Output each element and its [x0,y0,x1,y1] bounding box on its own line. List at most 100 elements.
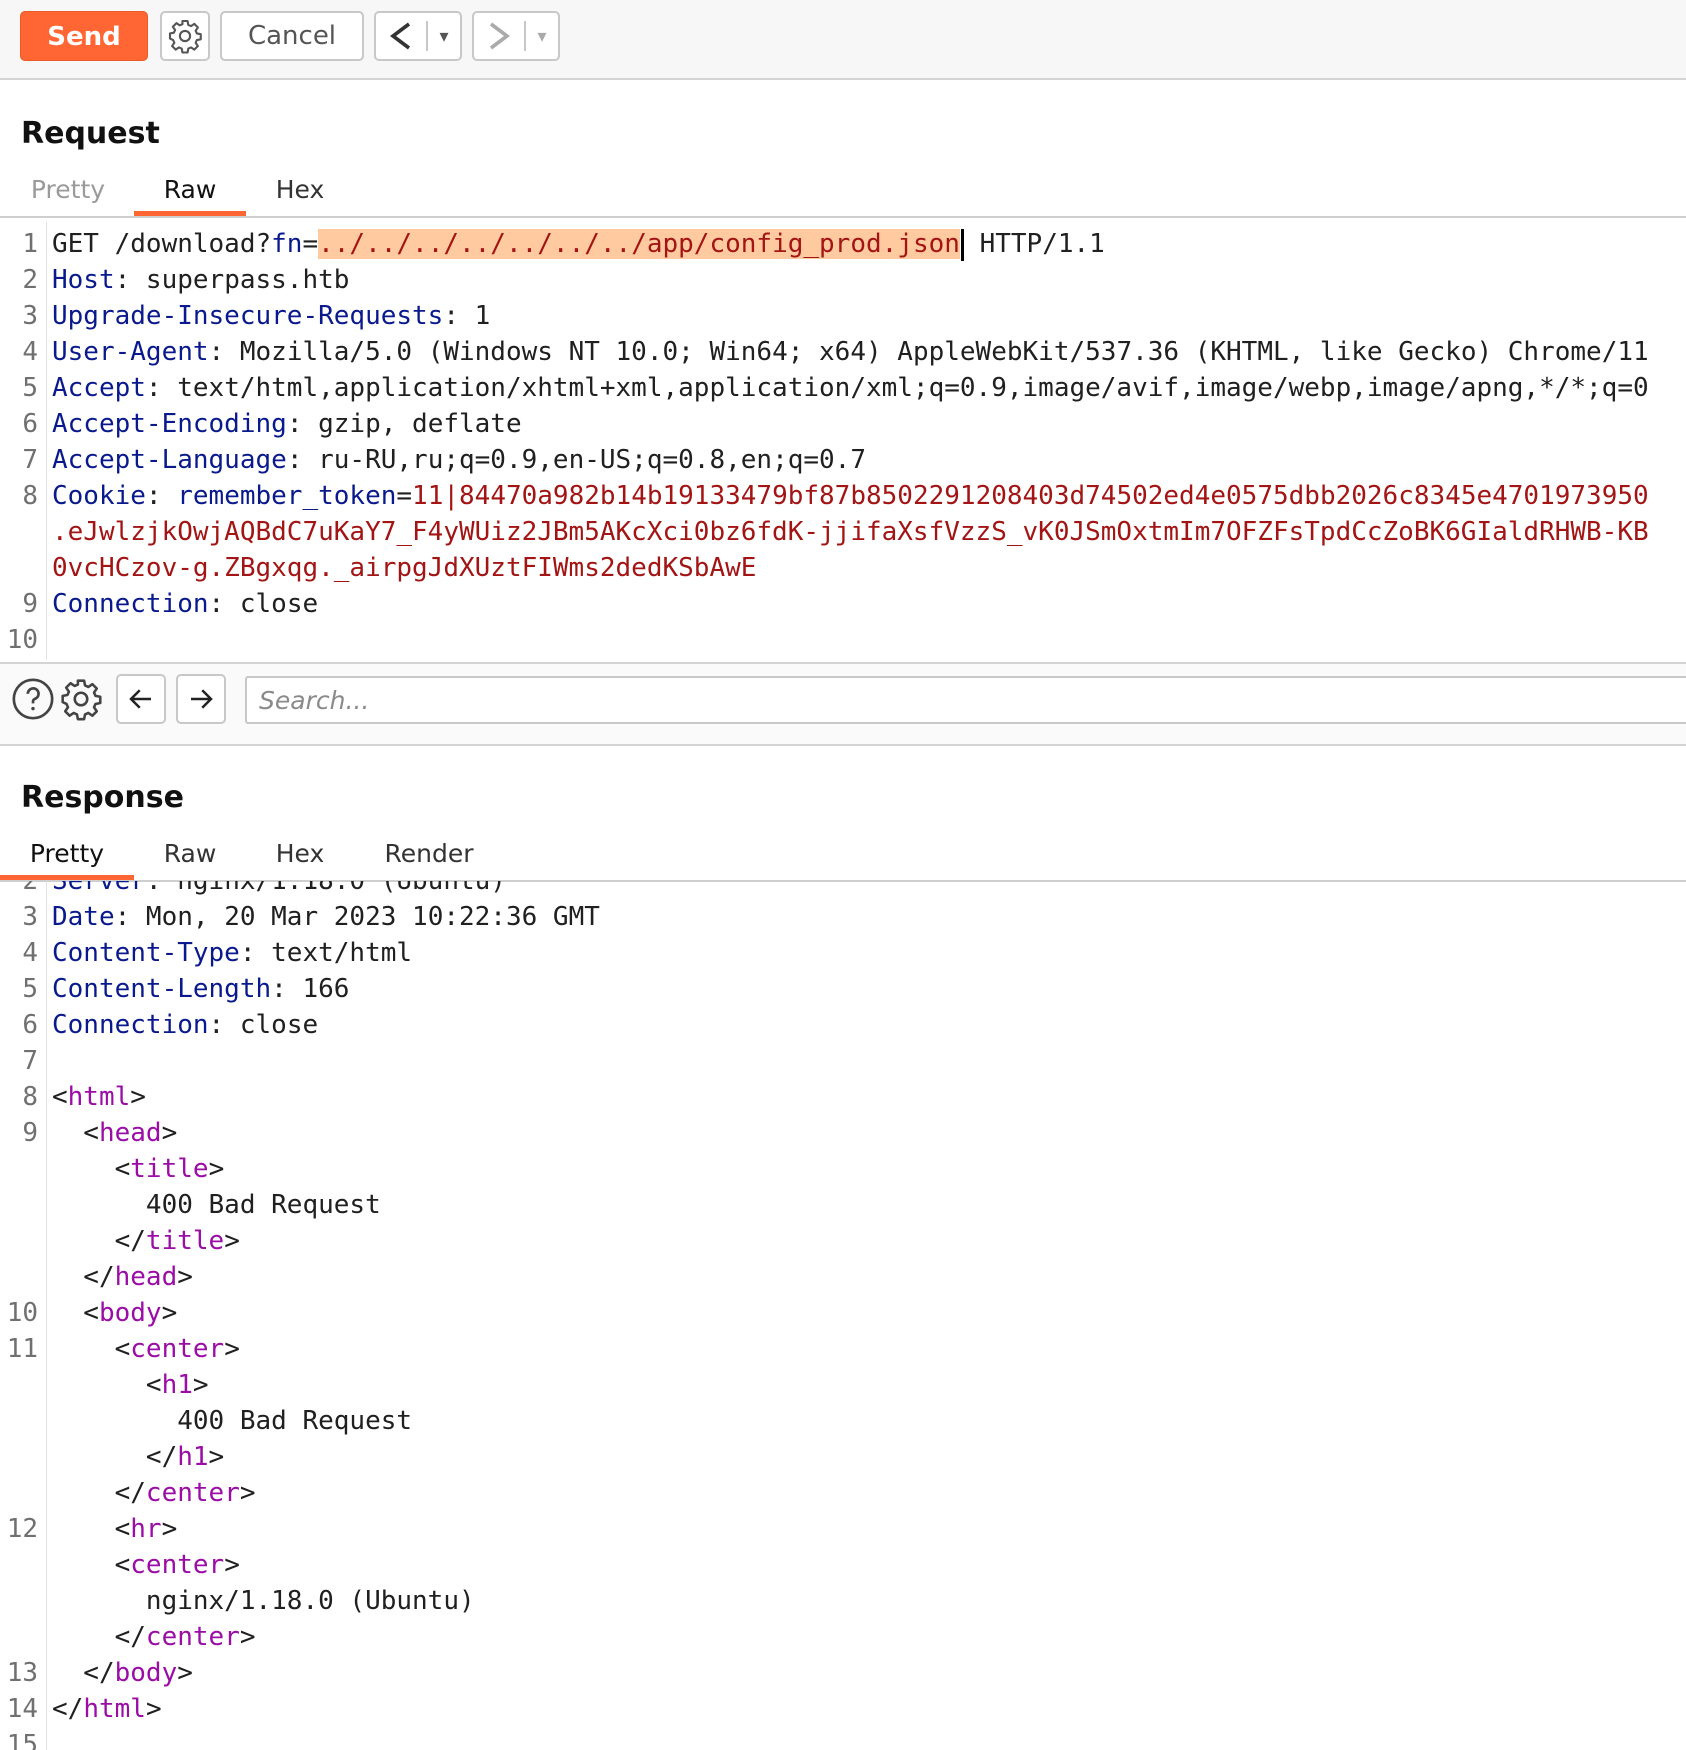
code-token: : gzip, deflate [286,409,522,439]
code-token: < [52,1550,131,1580]
line-number: 4 [22,337,38,367]
code-token: > [208,1154,225,1184]
line-number [0,1187,38,1223]
code-line: </h1> [52,1439,224,1475]
code-token: > [161,1514,178,1544]
code-line: Connection: close [52,586,318,622]
code-token: 0vcHCzov-g.ZBgxqg._airpgJdXUztFIWms2dedK… [52,553,757,583]
tab-response-render[interactable]: Render [372,832,486,880]
code-token: title [130,1154,209,1184]
code-token: fn [271,229,303,259]
code-token: title [145,1226,225,1256]
code-token: html [83,1694,146,1724]
code-token: Accept-Encoding [52,409,287,439]
history-forward-button[interactable]: ▾ [472,11,560,61]
line-number: 7 [22,445,38,475]
code-line: GET /download?fn=../../../../../../../ap… [52,226,1105,262]
line-number: 14 [6,1694,38,1724]
code-token: 400 Bad Request [52,1406,413,1436]
tab-response-pretty[interactable]: Pretty [0,832,134,880]
code-token: < [52,1334,131,1364]
help-icon[interactable] [10,676,56,722]
code-token: center [130,1334,225,1364]
code-token: Connection [52,1010,209,1040]
code-token: h1 [161,1370,193,1400]
code-token: Connection [52,589,209,619]
code-token: < [52,1298,99,1328]
line-number [0,1403,38,1439]
code-line: Upgrade-Insecure-Requests: 1 [52,298,490,334]
code-line: <h1> [52,1367,209,1403]
search-next-button[interactable] [176,674,226,724]
history-back-button[interactable]: ▾ [374,11,462,61]
request-editor[interactable]: 1 GET /download?fn=../../../../../../../a… [0,222,1686,660]
code-line: Accept: text/html,application/xhtml+xml,… [52,370,1649,406]
tab-response-hex[interactable]: Hex [258,832,342,880]
code-token: Accept-Language [52,445,287,475]
code-line: Date: Mon, 20 Mar 2023 10:22:36 GMT [52,899,600,935]
search-input[interactable] [245,676,1686,724]
line-number: 8 [22,481,38,511]
code-line: User-Agent: Mozilla/5.0 (Windows NT 10.0… [52,334,1649,370]
code-token: body [98,1298,162,1328]
tab-response-raw[interactable]: Raw [146,832,234,880]
code-line: </head> [52,1259,193,1295]
code-line: </title> [52,1223,240,1259]
line-number [0,1547,38,1583]
gear-icon[interactable] [58,676,104,722]
response-editor[interactable]: 2 Server: nginx/1.18.0 (Ubuntu) 3 Date: Mon… [0,881,1686,1750]
code-token: Date [52,902,115,932]
code-token: > [161,1118,178,1148]
code-line: Connection: close [52,1007,318,1043]
code-token: > [145,1694,162,1724]
arrow-left-icon [129,689,151,709]
code-token: Cookie [52,481,146,511]
chevron-down-icon[interactable]: ▾ [526,26,558,47]
code-token: </ [52,1694,84,1724]
line-number: 9 [22,589,38,619]
code-line: <hr> [52,1511,178,1547]
line-number: 15 [6,1730,38,1750]
code-token: Host [52,265,115,295]
code-token: > [224,1550,240,1580]
code-line: nginx/1.18.0 (Ubuntu) [52,1583,475,1619]
line-number: 6 [22,1010,38,1040]
code-token: head [114,1262,178,1292]
code-token: h1 [177,1442,209,1472]
send-button[interactable]: Send [20,11,148,61]
code-token: Upgrade-Insecure-Requests [52,301,444,331]
line-number: 2 [22,265,38,295]
search-previous-button[interactable] [116,674,166,724]
code-token: : [145,481,178,511]
tab-request-raw[interactable]: Raw [134,168,246,216]
code-token: </ [52,1262,115,1292]
line-number: 11 [6,1334,38,1364]
code-line: 400 Bad Request [52,1187,381,1223]
code-token: > [177,1658,193,1688]
line-number [0,1223,38,1259]
line-number: 12 [6,1514,38,1544]
code-token: : nginx/1.18.0 (Ubuntu) [145,881,506,896]
selected-text: ../../../../../../../app/config_prod.jso… [318,229,960,259]
code-token: nginx/1.18.0 (Ubuntu) [52,1586,475,1616]
request-settings-button[interactable] [160,11,210,61]
line-number [0,1439,38,1475]
code-token: > [224,1226,240,1256]
code-line: </center> [52,1475,256,1511]
line-number: 13 [6,1658,38,1688]
response-tabs: Pretty Raw Hex Render [0,832,1686,882]
gear-icon [168,19,202,54]
code-token: > [224,1334,240,1364]
chevron-left-icon [376,13,426,59]
cancel-button[interactable]: Cancel [220,11,364,61]
code-token: hr [130,1514,162,1544]
line-number [0,1151,38,1187]
code-token: center [145,1478,240,1508]
code-token: : Mon, 20 Mar 2023 10:22:36 GMT [114,902,600,932]
code-token: < [52,1514,131,1544]
chevron-down-icon[interactable]: ▾ [428,26,460,47]
line-number: 1 [22,229,38,259]
tab-request-pretty[interactable]: Pretty [18,168,118,216]
line-number: 3 [22,902,38,932]
tab-request-hex[interactable]: Hex [258,168,342,216]
